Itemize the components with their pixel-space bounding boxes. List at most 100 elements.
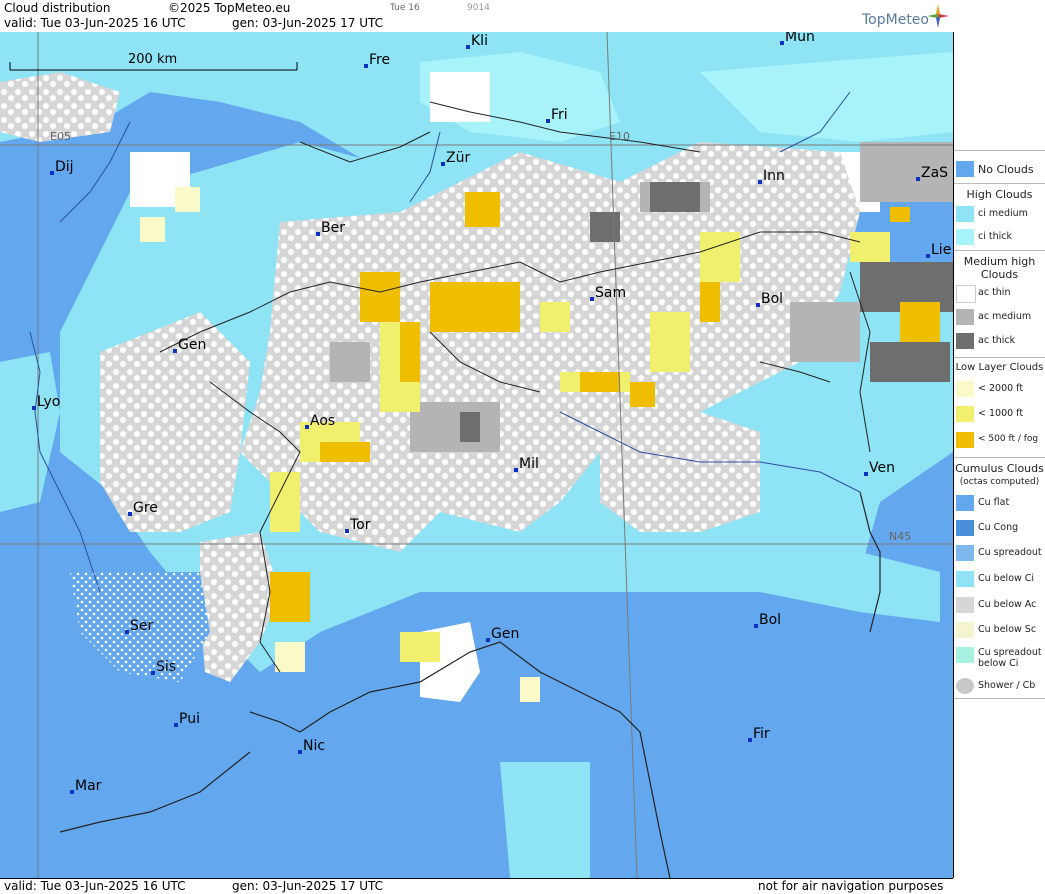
- legend-cu-below-ac: Cu below Ac: [954, 594, 1045, 616]
- city-marker: [441, 162, 445, 166]
- ac-thick-block: [650, 182, 700, 212]
- city-marker: [590, 297, 594, 301]
- legend-ci-thick: ci thick: [954, 226, 1045, 248]
- cu-flat-swatch: [956, 495, 974, 511]
- cu-below-sc-swatch: [956, 622, 974, 638]
- legend-low-2000: < 2000 ft: [954, 378, 1045, 400]
- city-marker: [748, 738, 752, 742]
- city-label: Nic: [303, 738, 326, 754]
- legend-cu-title: Cumulus Clouds: [955, 462, 1044, 475]
- ac-medium-swatch: [956, 309, 974, 325]
- city-label: Lie: [931, 242, 952, 258]
- navigation-disclaimer: not for air navigation purposes: [758, 879, 944, 893]
- legend-low-500: < 500 ft / fog: [954, 429, 1045, 451]
- city-label: Lyo: [37, 394, 61, 410]
- legend-ci-medium: ci medium: [954, 203, 1045, 225]
- city-label: Kli: [471, 33, 488, 49]
- legend-shower: Shower / Cb: [954, 675, 1045, 697]
- grid-label-e10: E10: [609, 130, 630, 143]
- city-label: Ber: [321, 220, 345, 236]
- low-500-fog-block: [360, 272, 400, 322]
- grid-label-e05: E05: [50, 130, 71, 143]
- city-label: Bol: [761, 291, 784, 307]
- footer-valid-time: valid: Tue 03-Jun-2025 16 UTC: [4, 879, 186, 893]
- city-marker: [174, 723, 178, 727]
- footer-generated-time: gen: 03-Jun-2025 17 UTC: [232, 879, 384, 893]
- city-marker: [916, 177, 920, 181]
- city-marker: [780, 41, 784, 45]
- generated-time: gen: 03-Jun-2025 17 UTC: [232, 16, 384, 30]
- city-marker: [298, 750, 302, 754]
- low-2000-block: [175, 187, 200, 212]
- city-label: Aos: [310, 413, 336, 429]
- legend-cu-cong: Cu Cong: [954, 517, 1045, 539]
- city-marker: [546, 119, 550, 123]
- legend-ac-medium: ac medium: [954, 306, 1045, 328]
- legend-no-clouds: No Clouds: [954, 158, 1045, 180]
- cu-cong-swatch: [956, 520, 974, 536]
- city-marker: [32, 406, 36, 410]
- city-label: Ser: [130, 618, 154, 634]
- map-header: Cloud distribution ©2025 TopMeteo.eu Tue…: [0, 0, 953, 33]
- ac-thick-block: [460, 412, 480, 442]
- cloud-legend: No Clouds High Clouds ci medium ci thick…: [954, 0, 1045, 893]
- low-500-swatch: [956, 432, 974, 448]
- city-marker: [486, 638, 490, 642]
- small-code-label: 9014: [467, 3, 490, 13]
- low-2000-block: [140, 217, 165, 242]
- legend-cu-below-ci: Cu below Ci: [954, 568, 1045, 590]
- city-label: ZaS: [921, 165, 949, 181]
- city-label: Ven: [869, 460, 895, 476]
- city-marker: [756, 303, 760, 307]
- city-label: Fre: [369, 52, 391, 68]
- legend-cu-spreadout-below-ci: Cu spreadout below Ci: [954, 644, 1045, 674]
- low-2000-swatch: [956, 381, 974, 397]
- legend-medium-title: Medium high Clouds: [963, 255, 1036, 281]
- shower-swatch: [956, 678, 974, 694]
- city-label: Mun: [785, 32, 815, 45]
- city-label: Mil: [519, 456, 539, 472]
- ac-medium-block: [410, 402, 500, 452]
- ci-medium-southcoast: [500, 762, 590, 878]
- city-marker: [345, 529, 349, 533]
- small-day-label: Tue 16: [390, 3, 420, 13]
- low-1000-block: [700, 232, 740, 282]
- brand-logo: TopMeteo: [862, 12, 929, 28]
- scale-label: 200 km: [128, 52, 178, 67]
- ac-thick-swatch: [956, 333, 974, 349]
- legend-ac-thin: ac thin: [954, 282, 1045, 304]
- low-2000-block: [275, 642, 305, 672]
- city-label: Fri: [551, 107, 568, 123]
- map-title: Cloud distribution: [4, 1, 111, 15]
- map-footer: valid: Tue 03-Jun-2025 16 UTC gen: 03-Ju…: [0, 878, 953, 894]
- low-1000-swatch: [956, 406, 974, 422]
- low-500-fog-block: [630, 382, 655, 407]
- valid-time: valid: Tue 03-Jun-2025 16 UTC: [4, 16, 186, 30]
- cloud-map[interactable]: 200 km E05 E10 N45 Kli Mun Fre Fri Dij Zür Inn…: [0, 32, 954, 878]
- city-marker: [50, 171, 54, 175]
- city-marker: [514, 468, 518, 472]
- city-label: Gen: [491, 626, 520, 642]
- ci-thick-swatch: [956, 229, 974, 245]
- low-500-fog-block: [580, 372, 620, 392]
- grid-label-n45: N45: [889, 530, 912, 543]
- city-marker: [466, 45, 470, 49]
- cloud-map-canvas: [0, 32, 953, 878]
- low-1000-block: [850, 232, 890, 262]
- cu-below-ac-swatch: [956, 597, 974, 613]
- low-1000-block: [400, 632, 440, 662]
- city-marker: [151, 671, 155, 675]
- city-label: Dij: [55, 159, 74, 175]
- low-1000-block: [650, 312, 690, 372]
- city-label: Gen: [178, 337, 207, 353]
- low-500-fog-block: [270, 572, 310, 622]
- legend-cu-subtitle: (octas computed): [959, 477, 1040, 487]
- city-label: Gre: [133, 500, 158, 516]
- city-marker: [758, 180, 762, 184]
- city-marker: [173, 349, 177, 353]
- low-2000-block: [520, 677, 540, 702]
- copyright: ©2025 TopMeteo.eu: [168, 1, 291, 15]
- legend-cu-flat: Cu flat: [954, 492, 1045, 514]
- low-500-fog-block: [400, 322, 420, 382]
- low-1000-block: [540, 302, 570, 332]
